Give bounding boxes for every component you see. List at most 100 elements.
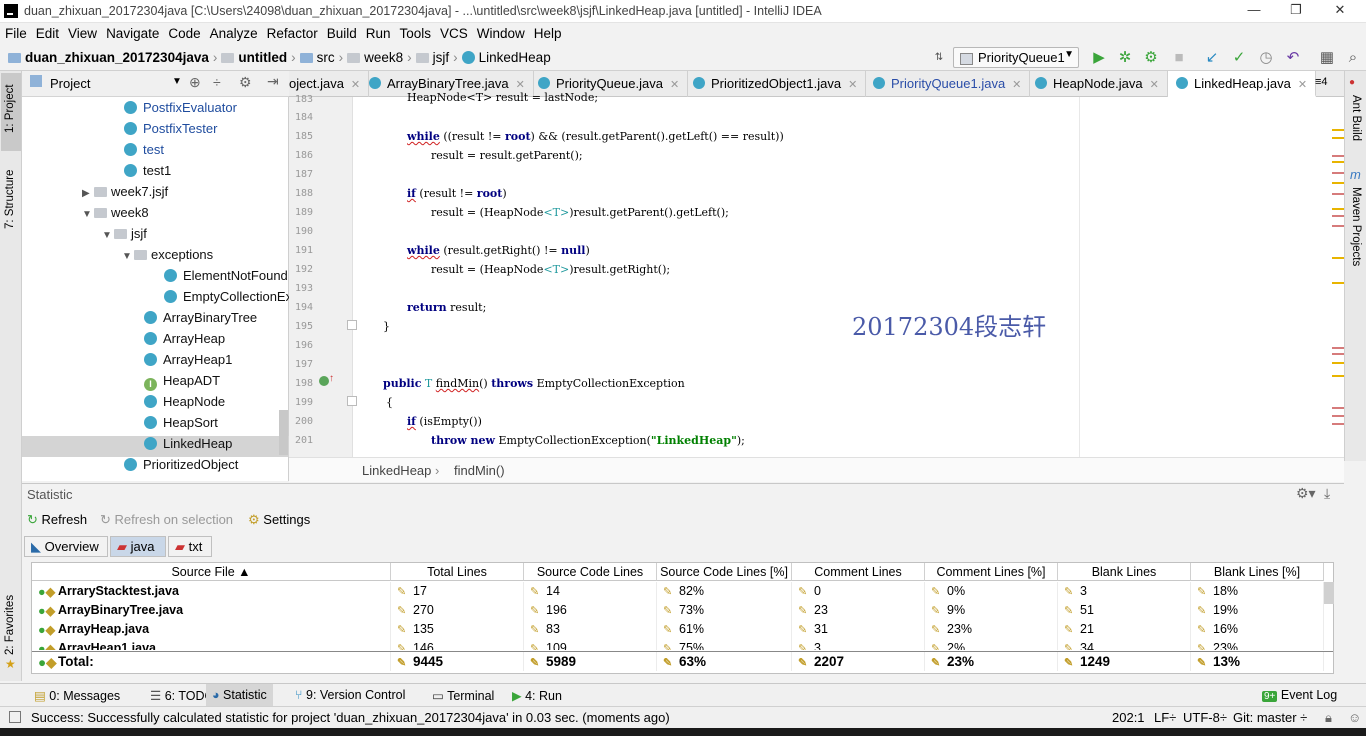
- tab-run[interactable]: ▶ 4: Run: [506, 684, 568, 707]
- debug-icon[interactable]: ✲: [1116, 49, 1134, 67]
- inspector-icon[interactable]: ☺︎: [1348, 710, 1361, 725]
- tree-item[interactable]: test1: [22, 163, 289, 184]
- tab-java[interactable]: ▰ java: [110, 536, 166, 557]
- project-tool-label[interactable]: 1: Project: [4, 84, 16, 133]
- warning-marker[interactable]: [1332, 362, 1344, 364]
- tab-version-control[interactable]: ⑂ 9: Version Control: [289, 684, 411, 707]
- close-icon[interactable]: ✕: [848, 79, 857, 91]
- close-icon[interactable]: ✕: [351, 79, 360, 91]
- menu-navigate[interactable]: Navigate: [101, 23, 163, 41]
- tree-item[interactable]: PostfixTester: [22, 121, 289, 142]
- tab-prioritizedobject1[interactable]: PrioritizedObject1.java ✕: [685, 71, 867, 97]
- ant-build-label[interactable]: Ant Build: [1350, 95, 1362, 141]
- code-editor[interactable]: 183 184 185 186 187 188 189 190 191 192 …: [289, 91, 1344, 457]
- menu-refactor[interactable]: Refactor: [262, 23, 322, 41]
- hide-panel-icon[interactable]: ⤓: [1324, 485, 1330, 502]
- breadcrumb-method[interactable]: findMin(): [454, 463, 505, 478]
- revert-icon[interactable]: ↶: [1284, 49, 1302, 67]
- close-icon[interactable]: ✕: [1012, 79, 1021, 91]
- menu-window[interactable]: Window: [472, 23, 529, 41]
- tree-item[interactable]: PostfixEvaluator: [22, 100, 289, 121]
- file-encoding[interactable]: UTF-8÷: [1183, 710, 1227, 725]
- event-log-button[interactable]: 9+ Event Log: [1256, 684, 1343, 707]
- chevron-right-icon[interactable]: ▶: [82, 188, 94, 199]
- refresh-on-selection-button[interactable]: ↻ Refresh on selection: [100, 512, 233, 528]
- vcs-commit-icon[interactable]: ✓: [1230, 49, 1248, 67]
- tab-txt[interactable]: ▰ txt: [168, 536, 212, 557]
- column-header[interactable]: Source Code Lines [%]: [657, 563, 792, 581]
- column-header[interactable]: Blank Lines [%]: [1191, 563, 1324, 581]
- chevron-down-icon[interactable]: ▼: [102, 230, 114, 241]
- caret-position[interactable]: 202:1: [1112, 710, 1145, 725]
- error-marker[interactable]: [1332, 347, 1344, 349]
- error-marker[interactable]: [1332, 407, 1344, 409]
- tab-terminal[interactable]: ▭ Terminal: [426, 684, 500, 707]
- tree-item[interactable]: ArrayBinaryTree: [22, 310, 289, 331]
- lock-icon[interactable]: 🔒︎: [1325, 710, 1332, 726]
- menu-analyze[interactable]: Analyze: [205, 23, 262, 41]
- tree-item-selected[interactable]: LinkedHeap: [22, 436, 289, 457]
- error-marker[interactable]: [1332, 155, 1344, 157]
- chevron-down-icon[interactable]: ▼: [172, 76, 182, 87]
- tree-item[interactable]: ▼ week8: [22, 205, 289, 226]
- menu-view[interactable]: View: [63, 23, 101, 41]
- favorites-tool-label[interactable]: 2: Favorites: [4, 595, 16, 655]
- tab-statistic[interactable]: ◕ Statistic: [206, 684, 273, 707]
- tree-item[interactable]: ElementNotFound: [22, 268, 289, 289]
- tree-item[interactable]: test: [22, 142, 289, 163]
- warning-marker[interactable]: [1332, 282, 1344, 284]
- tree-item[interactable]: ▼ exceptions: [22, 247, 289, 268]
- sort-icon[interactable]: ⇅: [930, 49, 948, 67]
- error-marker[interactable]: [1332, 423, 1344, 425]
- tree-item[interactable]: ArrayHeap1: [22, 352, 289, 373]
- column-header[interactable]: Comment Lines [%]: [925, 563, 1058, 581]
- scroll-from-source-icon[interactable]: ⊕: [189, 74, 201, 91]
- close-icon[interactable]: ✕: [1150, 79, 1159, 91]
- column-header[interactable]: Blank Lines: [1058, 563, 1191, 581]
- chevron-down-icon[interactable]: ▼: [82, 209, 94, 220]
- close-icon[interactable]: ✕: [516, 79, 525, 91]
- menu-tools[interactable]: Tools: [395, 23, 436, 41]
- restore-button[interactable]: ❐: [1286, 2, 1306, 20]
- scrollbar-thumb[interactable]: [279, 410, 288, 455]
- git-branch[interactable]: Git: master ÷: [1233, 710, 1307, 725]
- menu-vcs[interactable]: VCS: [435, 23, 472, 41]
- fold-icon[interactable]: [347, 396, 357, 406]
- error-marker[interactable]: [1332, 353, 1344, 355]
- search-icon[interactable]: ⌕: [1344, 49, 1362, 67]
- menu-build[interactable]: Build: [322, 23, 361, 41]
- run-icon[interactable]: ▶: [1090, 49, 1108, 67]
- tree-item[interactable]: ▼ jsjf: [22, 226, 289, 247]
- menu-edit[interactable]: Edit: [31, 23, 63, 41]
- refresh-button[interactable]: ↻ Refresh: [27, 512, 87, 528]
- maven-projects-label[interactable]: Maven Projects: [1350, 187, 1362, 266]
- tab-heapnode[interactable]: HeapNode.java ✕: [1027, 71, 1168, 97]
- breadcrumb-project[interactable]: duan_zhixuan_20172304java: [25, 50, 209, 65]
- tab-linkedheap[interactable]: LinkedHeap.java ✕: [1168, 71, 1317, 97]
- line-separator[interactable]: LF÷: [1154, 710, 1176, 725]
- tab-priorityqueue1[interactable]: PriorityQueue1.java ✕: [865, 71, 1031, 97]
- tree-item[interactable]: HeapNode: [22, 394, 289, 415]
- minimize-button[interactable]: —: [1244, 2, 1264, 20]
- run-configuration-select[interactable]: PriorityQueue1 ▼: [953, 47, 1079, 68]
- fold-icon[interactable]: [347, 320, 357, 330]
- breadcrumb-module[interactable]: untitled: [238, 50, 287, 65]
- chevron-down-icon[interactable]: ▼: [122, 251, 134, 262]
- history-icon[interactable]: ◷: [1257, 49, 1275, 67]
- close-icon[interactable]: ✕: [1298, 79, 1307, 91]
- implements-icon[interactable]: [319, 376, 329, 386]
- tree-item[interactable]: PrioritizedObject: [22, 457, 289, 478]
- collapse-all-icon[interactable]: ÷: [213, 74, 221, 90]
- menu-code[interactable]: Code: [163, 23, 204, 41]
- close-window-button[interactable]: ✕: [1330, 2, 1350, 20]
- warning-marker[interactable]: [1332, 161, 1344, 163]
- tab-overview[interactable]: ◣ Overview: [24, 536, 108, 557]
- column-header[interactable]: Source File ▲: [32, 563, 391, 581]
- menu-run[interactable]: Run: [361, 23, 395, 41]
- project-structure-icon[interactable]: ▦: [1318, 49, 1336, 67]
- column-header[interactable]: Source Code Lines: [524, 563, 657, 581]
- stop-icon[interactable]: ■: [1170, 49, 1188, 67]
- warning-marker[interactable]: [1332, 257, 1344, 259]
- column-header[interactable]: Total Lines: [391, 563, 524, 581]
- tree-item[interactable]: ▶ week7.jsjf: [22, 184, 289, 205]
